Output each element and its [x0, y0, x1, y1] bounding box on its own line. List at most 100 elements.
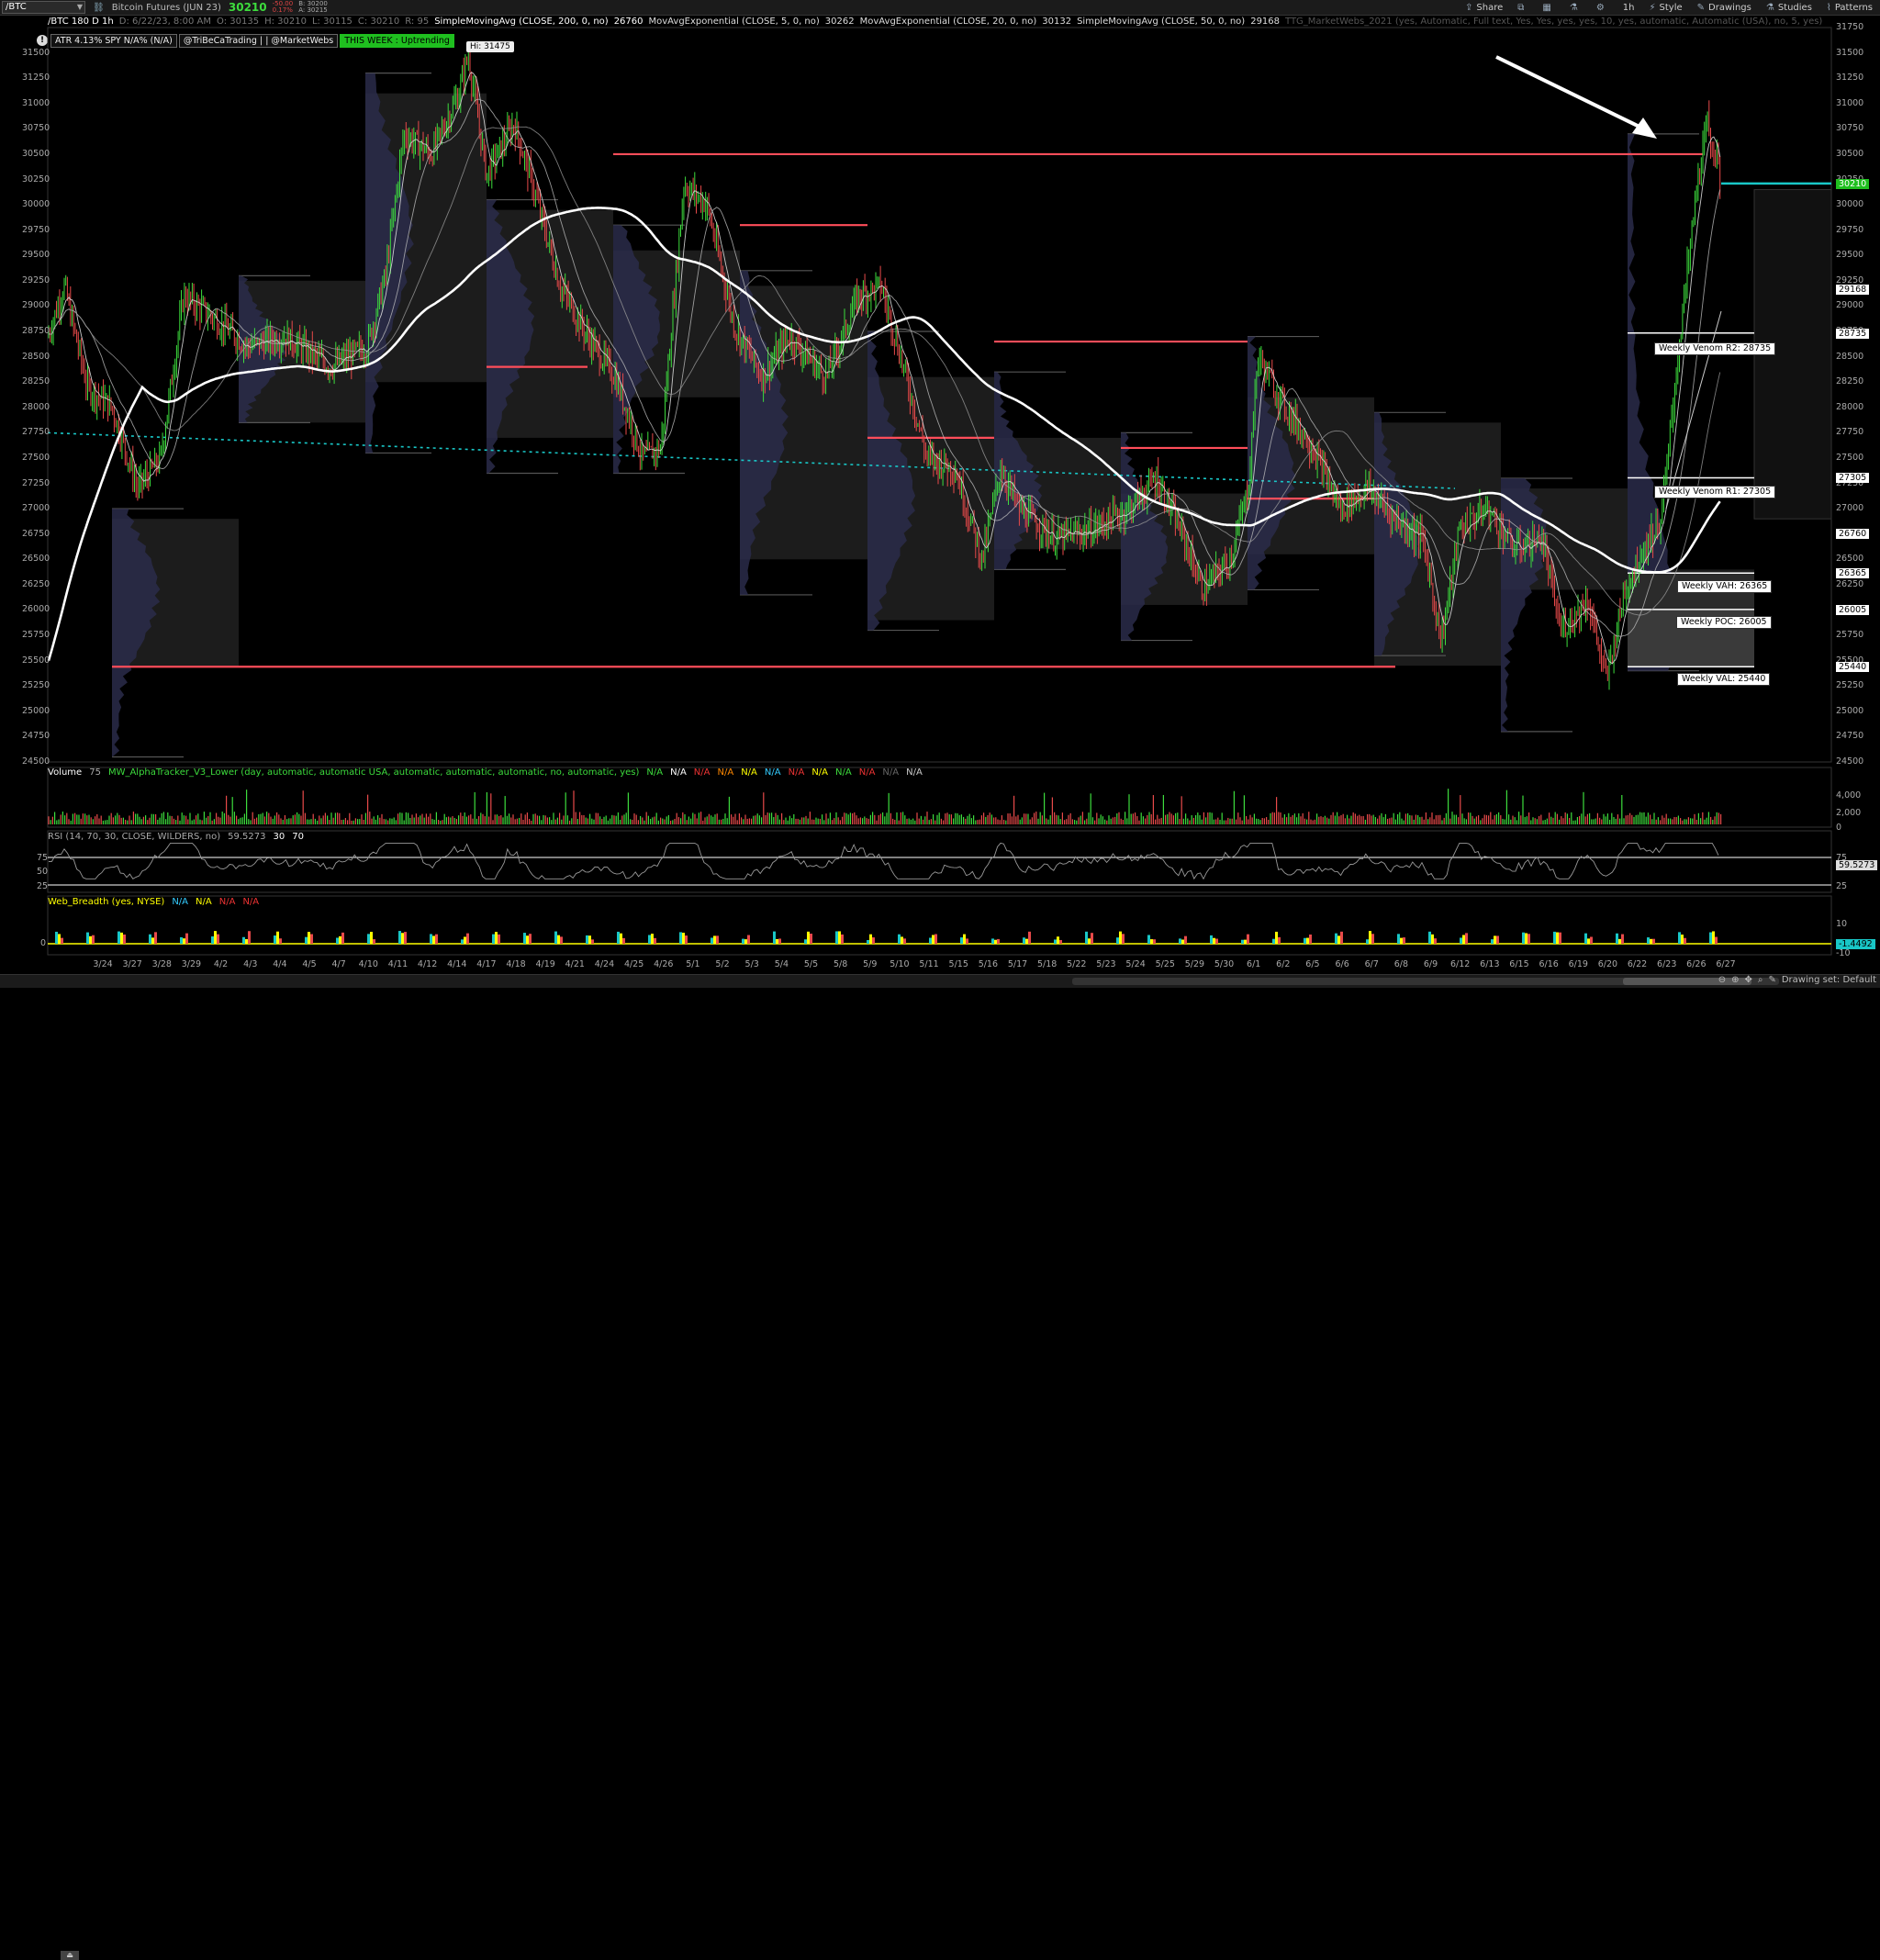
price-axis-label: 30000: [1836, 199, 1864, 210]
detach-button[interactable]: ⧉: [1517, 3, 1528, 13]
price-axis-label-left: 28500: [22, 351, 50, 362]
breadth-bar: [1337, 935, 1340, 944]
study-ema20[interactable]: MovAvgExponential (CLOSE, 20, 0, no): [860, 17, 1037, 29]
home-button[interactable]: ⏏: [61, 1951, 79, 1960]
time-axis-label: 4/21: [565, 959, 585, 969]
chevron-down-icon[interactable]: ▼: [77, 2, 83, 13]
zoom-out-icon[interactable]: ⊖: [1718, 975, 1726, 985]
time-axis-label: 5/2: [715, 959, 730, 969]
breadth-bar: [1272, 938, 1275, 944]
breadth-bar: [1650, 938, 1652, 944]
study-sma200[interactable]: SimpleMovingAvg (CLOSE, 200, 0, no): [434, 17, 609, 29]
study-ttg[interactable]: TTG_MarketWebs_2021 (yes, Automatic, Ful…: [1285, 17, 1822, 29]
volume-label[interactable]: Volume: [48, 767, 82, 780]
breadth-bar: [310, 934, 313, 944]
price-axis-label: 25000: [1836, 705, 1864, 716]
price-axis-label: 27500: [1836, 452, 1864, 463]
drawings-label: Drawings: [1708, 2, 1751, 13]
breadth-bar: [339, 935, 341, 944]
breadth-bar: [154, 932, 157, 944]
zoom-in-icon[interactable]: ⊕: [1731, 975, 1739, 985]
breadth-axis-10: 10: [1836, 919, 1848, 929]
breadth-bar: [591, 939, 594, 944]
time-axis-label: 5/23: [1096, 959, 1116, 969]
alphatracker-label[interactable]: MW_AlphaTracker_V3_Lower (day, automatic…: [108, 767, 639, 780]
magnify-icon[interactable]: ⌕: [1758, 975, 1763, 985]
price-tag: 25440: [1836, 662, 1870, 673]
value-area-box: [112, 519, 239, 666]
breadth-bar: [279, 938, 282, 944]
breadth-bar: [932, 935, 934, 944]
study-ema5[interactable]: MovAvgExponential (CLOSE, 5, 0, no): [649, 17, 820, 29]
breadth-bar: [682, 932, 685, 944]
price-axis-label: 30500: [1836, 148, 1864, 159]
info-icon[interactable]: !: [37, 35, 48, 46]
style-button[interactable]: ⚡ Style: [1650, 3, 1683, 13]
top-toolbar: /BTC ▼ ⛓ Bitcoin Futures (JUN 23) 30210 …: [0, 0, 1880, 16]
price-axis-label-left: 30750: [22, 123, 50, 134]
breadth-bar: [1462, 935, 1465, 944]
bottom-bar: ⏏ ⊖ ⊕ ✥ ⌕ ✎ Drawing set: Default: [0, 974, 1880, 1960]
breadth-bar: [835, 931, 838, 944]
breadth-bar: [398, 931, 401, 944]
pencil-icon[interactable]: ✎: [1768, 975, 1775, 985]
time-axis-label: 4/25: [623, 959, 644, 969]
price-axis-label: 31750: [1836, 22, 1864, 32]
time-axis-label: 6/1: [1247, 959, 1261, 969]
breadth-bar: [341, 932, 344, 944]
study-sma50-value: 29168: [1250, 17, 1281, 27]
breadth-bar: [1215, 938, 1218, 944]
rsi-axis-50: 50: [37, 867, 49, 877]
breadth-pane-border: [47, 895, 1832, 956]
weekly-venom-r2-label: Weekly Venom R2: 28735: [1654, 342, 1776, 355]
rsi-axis-75: 75: [37, 853, 49, 863]
breadth-bar: [1275, 931, 1278, 944]
drawing-set-label[interactable]: Drawing set: Default: [1782, 975, 1876, 985]
grid-button[interactable]: ▦: [1542, 3, 1554, 13]
price-axis-label-left: 30000: [22, 199, 50, 210]
weekly-vah-label: Weekly VAH: 26365: [1677, 580, 1773, 593]
time-axis-label: 4/26: [654, 959, 674, 969]
na-1: N/A: [646, 767, 664, 778]
horizontal-scrollbar[interactable]: [1072, 978, 1779, 985]
breadth-bar: [1025, 938, 1028, 944]
time-axis-label: 3/28: [151, 959, 172, 969]
breadth-bar: [711, 937, 713, 944]
volume-profile-histogram: [487, 199, 535, 474]
breadth-bar: [183, 938, 185, 944]
breadth-bar: [1431, 934, 1434, 944]
breadth-bar: [1403, 937, 1405, 944]
study-sma50[interactable]: SimpleMovingAvg (CLOSE, 50, 0, no): [1077, 17, 1245, 29]
patterns-button[interactable]: ⌇ Patterns: [1827, 3, 1873, 13]
price-axis-label: 26500: [1836, 554, 1864, 565]
time-axis-label: 5/4: [774, 959, 789, 969]
weekly-poc-label: Weekly POC: 26005: [1676, 616, 1772, 629]
chart-header: /BTC 180 D 1h D: 6/22/23, 8:00 AM O: 301…: [48, 17, 1828, 29]
share-button[interactable]: ⇪ Share: [1465, 3, 1503, 13]
breadth-label[interactable]: Web_Breadth (yes, NYSE): [48, 897, 164, 910]
drawings-button[interactable]: ✎ Drawings: [1697, 3, 1751, 13]
symbol-input[interactable]: /BTC ▼: [2, 1, 85, 14]
volume-axis-4000: 4,000: [1836, 790, 1862, 801]
breadth-bar: [1397, 934, 1400, 944]
time-axis-label: 5/3: [744, 959, 759, 969]
rsi-ob: 70: [292, 832, 304, 842]
value-area-box: [1121, 493, 1248, 605]
studies-button[interactable]: ⚗ Studies: [1766, 3, 1812, 13]
ohlc-close: C: 30210: [357, 17, 400, 27]
breadth-bar: [492, 934, 495, 944]
value-area-box: [1501, 488, 1628, 590]
link-icon[interactable]: ⛓: [93, 3, 105, 13]
chart-symbol-desc: /BTC 180 D 1h: [48, 17, 114, 27]
price-axis-label-left: 30250: [22, 174, 50, 185]
flask-button[interactable]: ⚗: [1570, 3, 1582, 13]
study-sma200-value: 26760: [613, 17, 643, 27]
value-area-box: [613, 250, 740, 398]
timeframe-button[interactable]: 1h: [1623, 3, 1635, 13]
settings-button[interactable]: ⚙: [1596, 3, 1608, 13]
breadth-bar: [1556, 932, 1559, 944]
window-icon: ⧉: [1517, 2, 1525, 13]
rsi-label[interactable]: RSI (14, 70, 30, CLOSE, WILDERS, no): [48, 832, 220, 845]
crosshair-icon[interactable]: ✥: [1744, 975, 1751, 985]
breadth-bar: [466, 933, 469, 944]
